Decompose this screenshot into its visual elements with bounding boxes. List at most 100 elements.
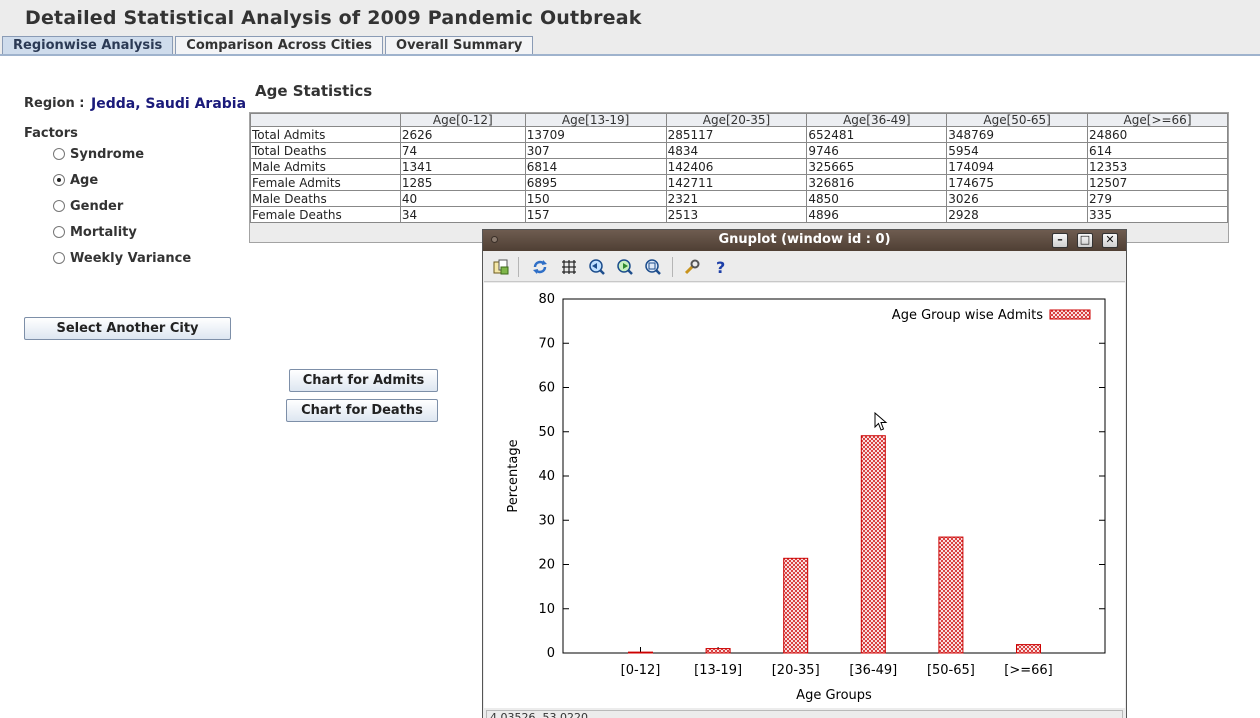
table-cell[interactable]: 74 (399, 142, 526, 159)
bar (860, 435, 886, 654)
factor-radio-weekly-variance[interactable]: Weekly Variance (53, 250, 191, 266)
table-cell[interactable]: 2626 (399, 126, 526, 143)
table-row: Female Deaths 34 157 2513 4896 2928 335 (250, 206, 1228, 223)
table-cell[interactable]: 1285 (399, 174, 526, 191)
factor-radio-mortality[interactable]: Mortality (53, 224, 137, 240)
region-label: Region : (24, 96, 85, 111)
x-tick-label: [13-19] (694, 663, 742, 678)
legend-swatch (1049, 309, 1091, 320)
chart-for-deaths-button[interactable]: Chart for Deaths (286, 399, 438, 422)
zoom-previous-icon[interactable] (588, 258, 606, 276)
table-cell[interactable]: 142711 (665, 174, 808, 191)
stats-table-panel: Age[0-12] Age[13-19] Age[20-35] Age[36-4… (249, 112, 1229, 243)
table-row: Total Admits 2626 13709 285117 652481 348769 2… (250, 126, 1228, 143)
table-cell[interactable]: 2928 (946, 206, 1089, 223)
column-header[interactable]: Age[50-65] (946, 113, 1089, 127)
tab-comparison-across-cities[interactable]: Comparison Across Cities (175, 36, 384, 55)
table-cell[interactable]: 9746 (806, 142, 948, 159)
select-another-city-button[interactable]: Select Another City (24, 317, 231, 340)
table-cell[interactable]: 24860 (1087, 126, 1228, 143)
row-label-cell[interactable]: Male Deaths (250, 190, 401, 207)
table-cell[interactable]: 1341 (399, 158, 526, 175)
table-header-row: Age[0-12] Age[13-19] Age[20-35] Age[36-4… (250, 113, 1228, 127)
table-cell[interactable]: 13709 (524, 126, 667, 143)
maximize-icon[interactable]: □ (1077, 233, 1093, 248)
bar (628, 651, 653, 654)
table-cell[interactable]: 325665 (806, 158, 948, 175)
table-cell[interactable]: 348769 (946, 126, 1089, 143)
row-label-cell[interactable]: Female Deaths (250, 206, 401, 223)
table-row: Total Deaths 74 307 4834 9746 5954 614 (250, 142, 1228, 159)
table-cell[interactable]: 326816 (806, 174, 948, 191)
row-label-cell[interactable]: Total Deaths (250, 142, 401, 159)
radio-button-checked[interactable] (53, 174, 65, 186)
gnuplot-toolbar: ? (484, 252, 1125, 282)
x-tick-label: [50-65] (927, 663, 975, 678)
close-icon[interactable]: ✕ (1102, 233, 1118, 248)
table-cell[interactable]: 6895 (524, 174, 667, 191)
tab-overall-summary[interactable]: Overall Summary (385, 36, 534, 55)
column-header[interactable]: Age[20-35] (665, 113, 808, 127)
table-cell[interactable]: 142406 (665, 158, 808, 175)
chart-for-admits-button[interactable]: Chart for Admits (289, 369, 438, 392)
factor-radio-gender[interactable]: Gender (53, 198, 123, 214)
bar (783, 557, 809, 654)
row-label-cell[interactable]: Male Admits (250, 158, 401, 175)
copy-icon[interactable] (492, 258, 510, 276)
grid-icon[interactable] (560, 258, 578, 276)
table-cell[interactable]: 150 (524, 190, 667, 207)
replot-icon[interactable] (531, 258, 549, 276)
table-cell[interactable]: 652481 (806, 126, 948, 143)
table-cell[interactable]: 285117 (665, 126, 808, 143)
y-tick-label: 30 (538, 513, 555, 528)
column-header[interactable]: Age[36-49] (806, 113, 948, 127)
factor-radio-age[interactable]: Age (53, 172, 98, 188)
column-header[interactable] (250, 113, 401, 127)
table-cell[interactable]: 4896 (806, 206, 948, 223)
table-cell[interactable]: 2513 (665, 206, 808, 223)
column-header[interactable]: Age[>=66] (1087, 113, 1228, 127)
table-cell[interactable]: 174675 (946, 174, 1089, 191)
factor-label: Age (70, 172, 99, 188)
y-tick-label: 20 (538, 558, 555, 573)
row-label-cell[interactable]: Female Admits (250, 174, 401, 191)
table-cell[interactable]: 4834 (665, 142, 808, 159)
y-tick-label: 60 (538, 381, 555, 396)
options-icon[interactable] (683, 258, 701, 276)
radio-button[interactable] (53, 148, 65, 160)
table-cell[interactable]: 2321 (665, 190, 808, 207)
column-header[interactable]: Age[13-19] (524, 113, 667, 127)
table-cell[interactable]: 34 (399, 206, 526, 223)
x-tick-label: [>=66] (1004, 663, 1052, 678)
zoom-next-icon[interactable] (616, 258, 634, 276)
radio-button[interactable] (53, 252, 65, 264)
bar (705, 648, 731, 654)
table-cell[interactable]: 6814 (524, 158, 667, 175)
table-cell[interactable]: 157 (524, 206, 667, 223)
window-title: Gnuplot (window id : 0) (718, 232, 891, 247)
window-titlebar[interactable]: Gnuplot (window id : 0) – □ ✕ (483, 230, 1126, 251)
plot-canvas[interactable]: 0 10 20 30 40 50 60 70 80 [0-12] [13-19] [20-35] [36… (484, 283, 1125, 708)
tab-regionwise-analysis[interactable]: Regionwise Analysis (2, 36, 174, 55)
help-icon[interactable]: ? (712, 258, 730, 276)
table-cell[interactable]: 307 (524, 142, 667, 159)
table-cell[interactable]: 174094 (946, 158, 1089, 175)
table-cell[interactable]: 3026 (946, 190, 1089, 207)
column-header[interactable]: Age[0-12] (399, 113, 526, 127)
row-label-cell[interactable]: Total Admits (250, 126, 401, 143)
table-cell[interactable]: 614 (1087, 142, 1228, 159)
autoscale-icon[interactable] (644, 258, 662, 276)
table-cell[interactable]: 4850 (806, 190, 948, 207)
table-cell[interactable]: 40 (399, 190, 526, 207)
radio-button[interactable] (53, 200, 65, 212)
table-cell[interactable]: 5954 (946, 142, 1089, 159)
table-cell[interactable]: 335 (1087, 206, 1228, 223)
table-cell[interactable]: 12353 (1087, 158, 1228, 175)
radio-button[interactable] (53, 226, 65, 238)
y-tick-label: 70 (538, 336, 555, 351)
table-cell[interactable]: 279 (1087, 190, 1228, 207)
factor-radio-syndrome[interactable]: Syndrome (53, 146, 144, 162)
x-tick-label: [20-35] (772, 663, 820, 678)
minimize-icon[interactable]: – (1052, 233, 1068, 248)
table-cell[interactable]: 12507 (1087, 174, 1228, 191)
